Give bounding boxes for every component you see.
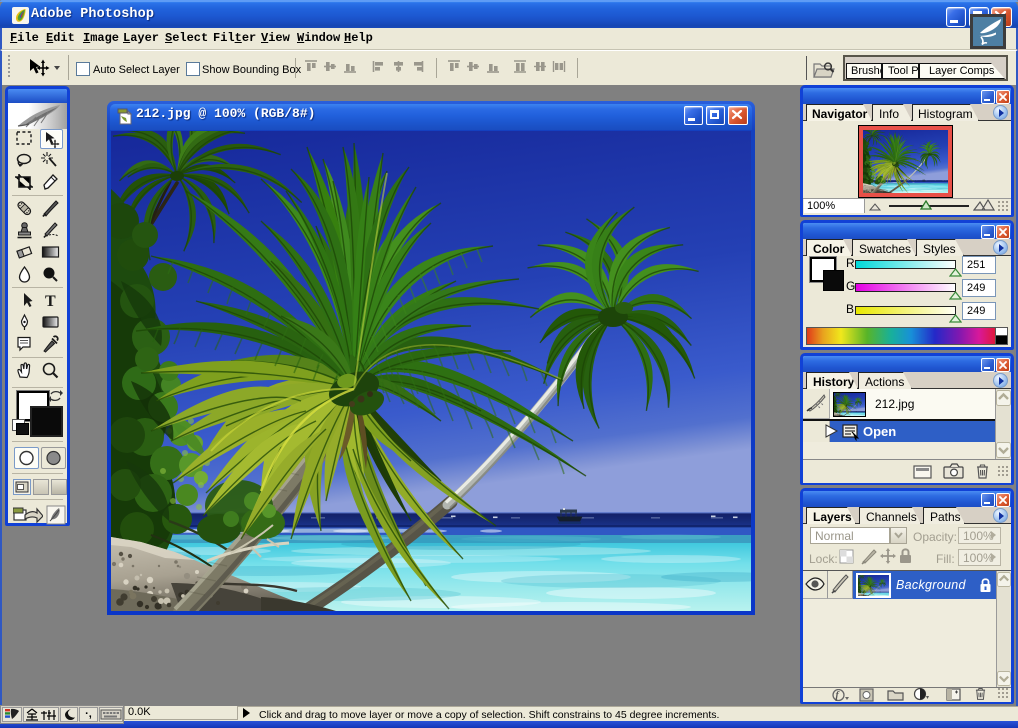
svg-text:T: T [45,293,56,309]
